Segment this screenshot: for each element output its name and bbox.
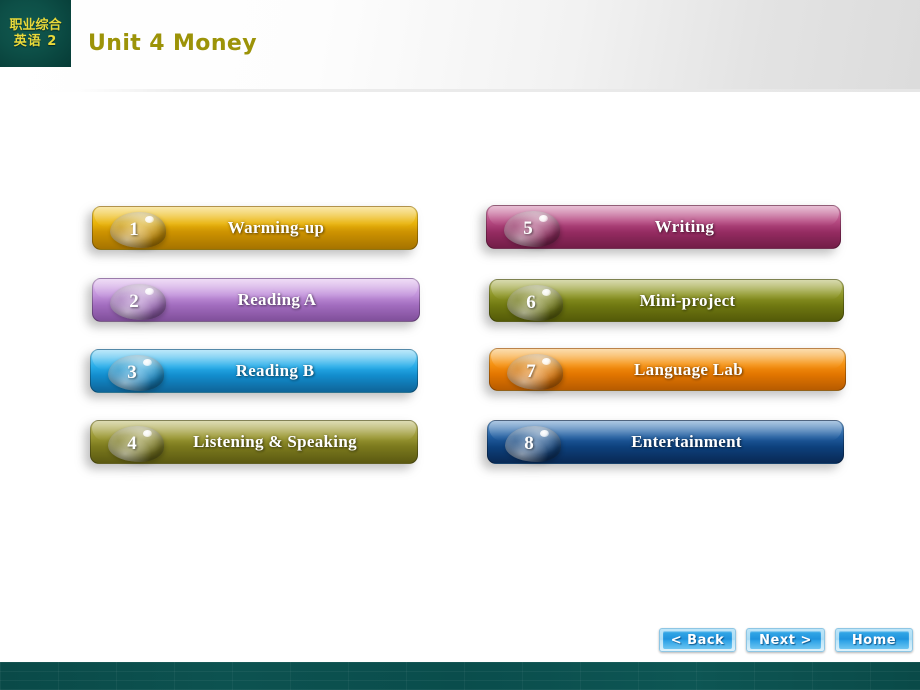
- back-button-inner: < Back: [663, 631, 732, 649]
- next-button[interactable]: Next >: [746, 628, 825, 652]
- next-button-label: Next >: [759, 632, 812, 648]
- home-button-label: Home: [851, 632, 897, 648]
- back-button[interactable]: < Back: [659, 628, 736, 652]
- home-button-inner: Home: [839, 631, 909, 649]
- next-button-inner: Next >: [750, 631, 821, 649]
- home-button[interactable]: Home: [835, 628, 913, 652]
- navigation-bar: < Back Next > Home: [0, 0, 920, 690]
- back-button-label: < Back: [670, 632, 725, 648]
- footer-strip: [0, 662, 920, 690]
